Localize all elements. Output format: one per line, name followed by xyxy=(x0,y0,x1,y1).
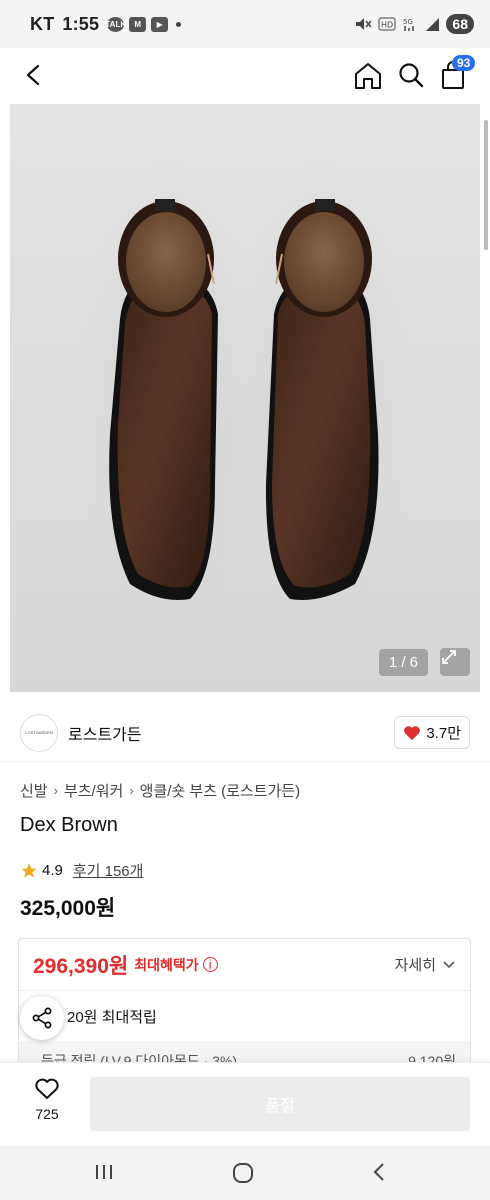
wishlist-count: 725 xyxy=(35,1106,59,1122)
android-nav-bar xyxy=(0,1146,490,1200)
review-link[interactable]: 후기 156개 xyxy=(73,860,144,881)
info-icon[interactable]: i xyxy=(202,957,218,972)
benefit-detail-toggle[interactable]: 자세히 xyxy=(395,954,456,975)
status-carrier: KT xyxy=(30,13,55,34)
product-title: Dex Brown xyxy=(20,814,118,836)
expand-image-button[interactable] xyxy=(440,648,470,676)
gmail-icon: M xyxy=(129,16,147,32)
signal-icon xyxy=(426,18,440,31)
product-price: 325,000원 xyxy=(20,897,116,920)
svg-text:HD: HD xyxy=(381,21,393,30)
chevron-right-icon: › xyxy=(129,783,134,798)
boots-product-image xyxy=(75,154,415,654)
brand-like-count: 3.7만 xyxy=(426,725,461,742)
max-benefit-price: 296,390원 xyxy=(33,954,129,978)
sold-out-button[interactable]: 품절 xyxy=(90,1077,470,1131)
share-button[interactable] xyxy=(20,996,64,1040)
notification-icons: TALK M ▶ xyxy=(105,16,169,32)
share-icon xyxy=(32,1007,52,1029)
back-button-icon[interactable] xyxy=(368,1160,392,1184)
home-icon[interactable] xyxy=(352,60,384,90)
battery-level: 68 xyxy=(446,14,474,34)
max-benefit-label: 최대혜택가 xyxy=(134,956,199,973)
top-navigation: 93 xyxy=(0,48,490,104)
breadcrumb-item-shoes[interactable]: 신발 xyxy=(20,780,48,801)
breadcrumb: 신발 › 부츠/워커 › 앵클/숏 부츠 (로스트가든) xyxy=(20,780,300,801)
cart-button[interactable]: 93 xyxy=(438,55,476,92)
brand-logo: LOSTGARDEN xyxy=(20,713,58,752)
kakaotalk-icon: TALK xyxy=(105,16,126,32)
recent-apps-icon[interactable] xyxy=(92,1160,116,1184)
hd-icon: HD xyxy=(378,17,396,31)
more-notifications-dot xyxy=(176,21,182,27)
rating-row: 4.9 후기 156개 xyxy=(20,860,143,881)
heart-outline-icon xyxy=(35,1078,59,1099)
max-benefit-row: 296,390원 최대혜택가 i 자세히 xyxy=(19,939,470,991)
brand-like-button[interactable]: 3.7만 xyxy=(394,716,470,749)
home-button-icon[interactable] xyxy=(230,1160,256,1186)
status-bar: KT 1:55 TALK M ▶ HD 5G 68 xyxy=(0,0,490,48)
wishlist-button[interactable]: 725 xyxy=(20,1077,74,1122)
chevron-right-icon: › xyxy=(53,783,58,798)
brand-row[interactable]: LOSTGARDEN 로스트가든 3.7만 xyxy=(0,704,490,762)
rating-value: 4.9 xyxy=(42,862,63,879)
back-arrow-icon[interactable] xyxy=(20,60,48,90)
5g-icon: 5G xyxy=(403,18,415,31)
search-icon[interactable] xyxy=(396,60,426,90)
brand-name[interactable]: 로스트가든 xyxy=(68,721,142,745)
mute-icon xyxy=(356,18,372,30)
product-image-gallery[interactable]: 1 / 6 xyxy=(10,104,480,692)
detail-label: 자세히 xyxy=(394,957,436,974)
points-row: 20원 최대적립 xyxy=(67,1008,157,1026)
breadcrumb-item-boots[interactable]: 부츠/워커 xyxy=(64,780,123,801)
image-counter: 1 / 6 xyxy=(378,649,428,676)
benefit-box: 296,390원 최대혜택가 i 자세히 20원 최대적립 등급 적립 (LV.… xyxy=(18,938,471,1078)
star-icon xyxy=(21,863,37,878)
expand-icon xyxy=(442,650,456,664)
heart-filled-icon xyxy=(404,725,421,740)
cart-count-badge: 93 xyxy=(452,55,476,71)
status-time: 1:55 xyxy=(62,13,100,34)
svg-text:5G: 5G xyxy=(403,18,413,26)
breadcrumb-item-ankle-boots[interactable]: 앵클/숏 부츠 (로스트가든) xyxy=(140,780,301,801)
scrollbar[interactable] xyxy=(484,120,488,250)
purchase-bar: 725 품절 xyxy=(0,1062,490,1146)
chevron-down-icon xyxy=(443,960,455,968)
youtube-icon: ▶ xyxy=(151,16,169,32)
